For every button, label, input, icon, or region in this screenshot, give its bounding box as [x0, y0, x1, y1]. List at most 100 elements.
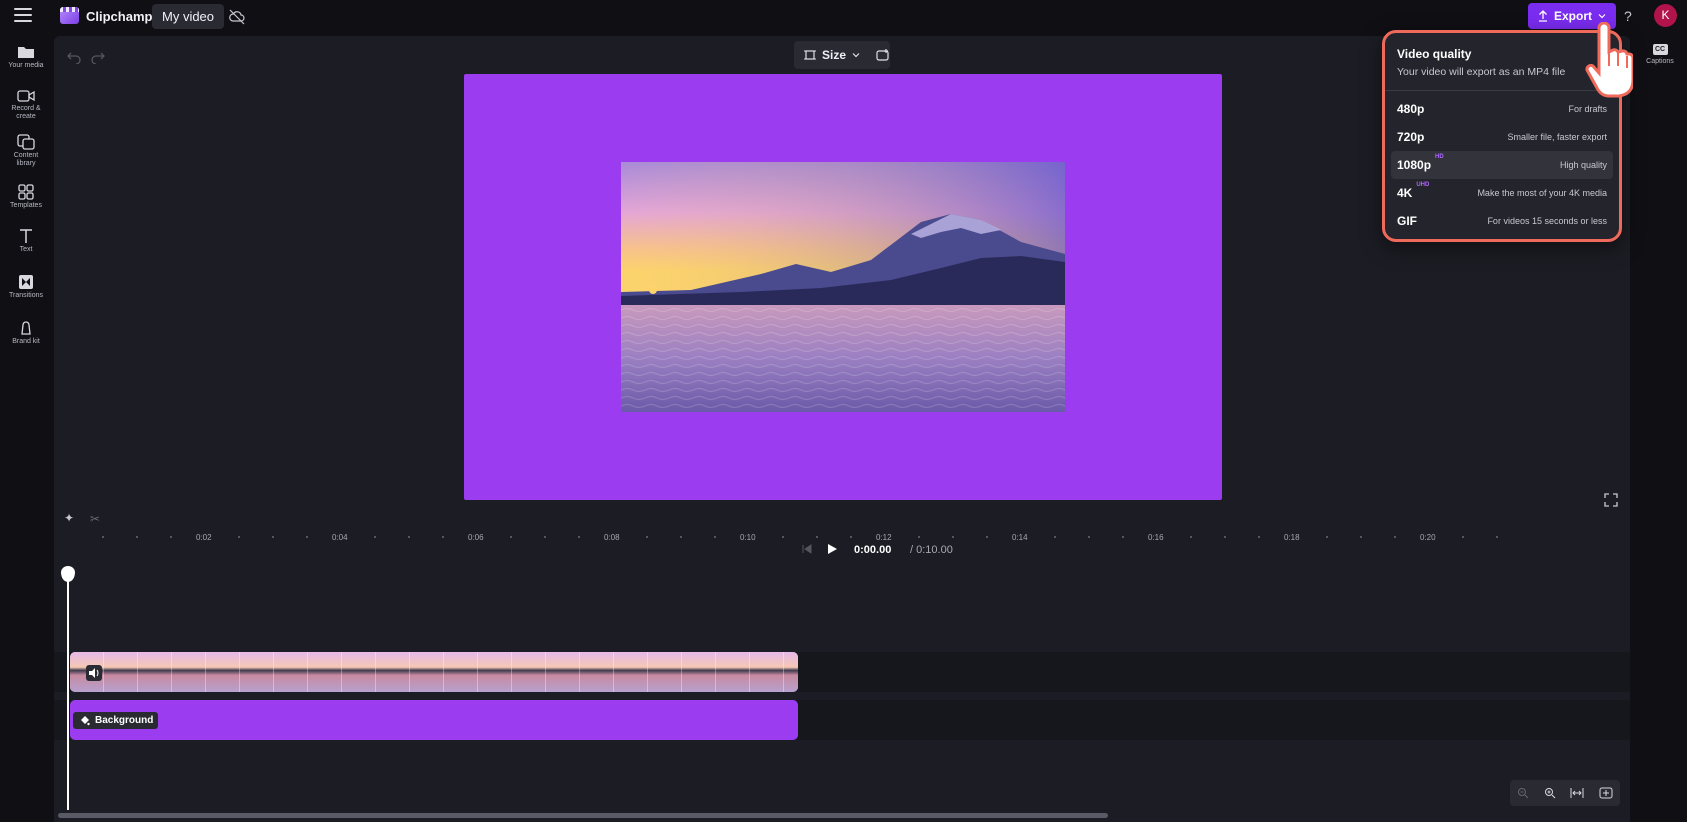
option-description: For videos 15 seconds or less [1487, 216, 1607, 226]
menu-subtitle: Your video will export as an MP4 file [1397, 66, 1566, 78]
scissors-icon[interactable]: ✂ [90, 512, 100, 526]
clip-thumbnail [682, 652, 716, 692]
ruler-tick-label: 0:14 [1012, 533, 1028, 542]
option-resolution: GIF [1397, 214, 1417, 228]
top-bar: Clipchamp My video Export ? K [0, 0, 1687, 34]
undo-icon[interactable] [66, 50, 82, 64]
hand-cursor-icon [1585, 22, 1633, 98]
zoom-out-icon[interactable] [1517, 787, 1529, 799]
mount-fuji-sunset-image [621, 162, 1065, 412]
timeline-ruler[interactable]: 0:02 0:04 0:06 0:08 0:10 0:12 0:14 0:16 0:18 0:20 [54, 530, 1630, 550]
captions-icon: CC [1652, 44, 1668, 55]
preview-toolbar: Size [794, 41, 890, 69]
fullscreen-icon[interactable] [1604, 493, 1618, 507]
templates-icon [18, 184, 34, 200]
magic-tools-icon[interactable]: ✦ [64, 511, 74, 525]
ruler-tick [1394, 536, 1396, 538]
timeline-scrollbar[interactable] [58, 813, 1108, 818]
ruler-tick [646, 536, 648, 538]
ruler-tick [510, 536, 512, 538]
right-rail [1630, 34, 1687, 822]
sidebar-item-label: Text [19, 246, 33, 253]
menu-icon[interactable] [14, 8, 32, 24]
video-clip[interactable] [70, 652, 798, 692]
ruler-tick-label: 0:02 [196, 533, 212, 542]
option-resolution: 4K UHD [1397, 182, 1429, 200]
option-badge: UHD [1416, 182, 1430, 188]
ruler-tick [1326, 536, 1328, 538]
ruler-tick [408, 536, 410, 538]
paint-bucket-icon [81, 716, 90, 726]
video-preview-image[interactable] [621, 162, 1065, 412]
option-resolution: 720p [1397, 130, 1424, 144]
ruler-tick [374, 536, 376, 538]
preview-canvas[interactable] [464, 74, 1222, 500]
captions-button[interactable]: CC Captions [1638, 44, 1682, 65]
clip-thumbnail [138, 652, 172, 692]
ruler-tick [952, 536, 954, 538]
chevron-down-icon [1598, 14, 1606, 19]
option-resolution-text: 1080p [1397, 158, 1432, 172]
export-option-720p[interactable]: 720p Smaller file, faster export [1391, 123, 1613, 151]
export-option-gif[interactable]: GIF For videos 15 seconds or less [1391, 207, 1613, 235]
sidebar-item-label: Content library [13, 152, 39, 167]
ruler-tick [850, 536, 852, 538]
sidebar-item-label: Your media [8, 62, 44, 69]
ruler-tick-label: 0:06 [468, 533, 484, 542]
export-option-480p[interactable]: 480p For drafts [1391, 95, 1613, 123]
ruler-tick [544, 536, 546, 538]
volume-icon[interactable] [86, 665, 102, 681]
camera-icon [17, 90, 35, 102]
export-option-1080p[interactable]: 1080p HD High quality [1391, 151, 1613, 179]
export-label: Export [1553, 9, 1592, 23]
option-badge: HD [1435, 154, 1444, 160]
ruler-tick [1360, 536, 1362, 538]
clipchamp-logo-icon [60, 7, 79, 24]
option-resolution: 1080p HD [1397, 154, 1444, 172]
sidebar-item-your-media[interactable]: Your media [0, 44, 52, 70]
ruler-tick [442, 536, 444, 538]
sidebar-item-transitions[interactable]: Transitions [0, 274, 52, 300]
captions-label: Captions [1646, 58, 1674, 65]
ruler-tick [272, 536, 274, 538]
clip-thumbnail [376, 652, 410, 692]
menu-title: Video quality [1397, 47, 1472, 61]
add-track-icon[interactable] [1599, 787, 1613, 799]
add-media-icon[interactable] [876, 49, 890, 61]
option-description: High quality [1559, 160, 1607, 170]
ruler-tick [680, 536, 682, 538]
zoom-in-icon[interactable] [1544, 787, 1556, 799]
zoom-controls [1510, 780, 1620, 806]
sidebar-item-record-create[interactable]: Record & create [0, 89, 52, 121]
background-clip-label: Background [73, 712, 159, 729]
clip-thumbnail [750, 652, 784, 692]
library-icon [17, 134, 35, 150]
sidebar-item-label: Brand kit [12, 338, 40, 345]
size-button[interactable]: Size [822, 48, 846, 62]
ruler-tick-label: 0:12 [876, 533, 892, 542]
fit-timeline-icon[interactable] [1570, 787, 1584, 799]
sidebar-item-brand-kit[interactable]: Brand kit [0, 320, 52, 346]
project-name-tab[interactable]: My video [152, 4, 225, 29]
export-option-4k[interactable]: 4K UHD Make the most of your 4K media [1391, 179, 1613, 207]
clip-thumbnail [206, 652, 240, 692]
redo-icon[interactable] [90, 50, 106, 64]
avatar[interactable]: K [1654, 4, 1677, 27]
ruler-tick [102, 536, 104, 538]
resize-icon [804, 50, 816, 60]
ruler-tick [1462, 536, 1464, 538]
text-icon [20, 229, 32, 243]
ruler-tick-label: 0:16 [1148, 533, 1164, 542]
app-name: Clipchamp [86, 9, 153, 24]
sidebar-item-templates[interactable]: Templates [0, 184, 52, 210]
sidebar-item-text[interactable]: Text [0, 228, 52, 254]
ruler-tick [1224, 536, 1226, 538]
cloud-off-icon[interactable] [228, 8, 246, 26]
option-resolution-text: GIF [1397, 214, 1417, 228]
sidebar-item-content-library[interactable]: Content library [0, 134, 52, 168]
ruler-tick [1496, 536, 1498, 538]
ruler-tick-label: 0:18 [1284, 533, 1300, 542]
background-clip[interactable] [70, 700, 798, 740]
left-sidebar: Your media Record & create Content libra… [0, 34, 52, 822]
clip-thumbnail [478, 652, 512, 692]
